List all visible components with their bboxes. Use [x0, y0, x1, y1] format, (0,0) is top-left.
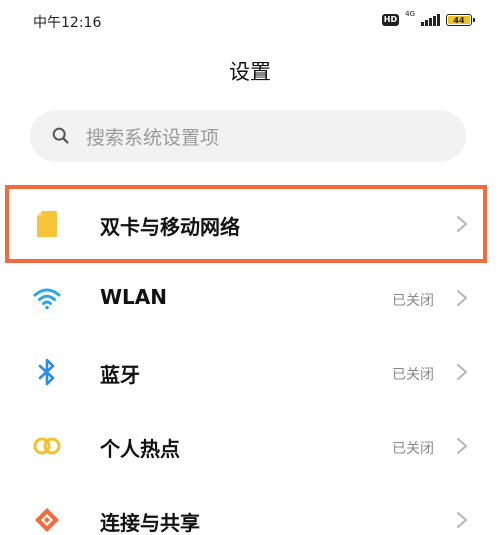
- settings-item-label: 双卡与移动网络: [100, 215, 240, 239]
- search-placeholder: 搜索系统设置项: [86, 126, 220, 149]
- settings-item-label: 连接与共享: [100, 511, 200, 535]
- settings-item-connection-sharing[interactable]: 连接与共享: [0, 483, 500, 535]
- chevron-right-icon: [457, 364, 467, 380]
- wifi-icon: [32, 283, 62, 313]
- settings-item-status: 已关闭: [392, 367, 434, 383]
- settings-item-hotspot[interactable]: 个人热点 已关闭: [0, 409, 500, 483]
- settings-item-status: 已关闭: [392, 293, 434, 309]
- settings-item-label: 蓝牙: [100, 363, 140, 387]
- chevron-right-icon: [457, 438, 467, 454]
- status-time: 中午12:16: [33, 15, 102, 31]
- chevron-right-icon: [457, 290, 467, 306]
- battery-level: 44: [448, 16, 470, 25]
- settings-item-label: WLAN: [100, 285, 168, 309]
- settings-item-bluetooth[interactable]: 蓝牙 已关闭: [0, 335, 500, 409]
- settings-screen: 中午12:16 HD 4G 44 设置 搜索系统设置项 双卡与移动网络 WLAN…: [0, 0, 500, 535]
- search-icon: [52, 127, 69, 144]
- chevron-right-icon: [457, 512, 467, 528]
- settings-item-wlan[interactable]: WLAN 已关闭: [0, 261, 500, 335]
- bluetooth-icon: [32, 357, 62, 387]
- status-bar: 中午12:16 HD 4G 44: [0, 0, 500, 40]
- hd-badge: HD: [381, 14, 400, 26]
- hotspot-icon: [32, 431, 62, 461]
- settings-item-status: 已关闭: [392, 441, 434, 457]
- status-icons: HD 4G 44: [381, 10, 475, 28]
- battery-icon: 44: [446, 14, 475, 26]
- signal-icon: [421, 14, 440, 26]
- page-title: 设置: [229, 60, 271, 84]
- settings-item-sim[interactable]: 双卡与移动网络: [0, 187, 500, 261]
- search-input[interactable]: 搜索系统设置项: [30, 110, 466, 162]
- sim-card-icon: [32, 209, 62, 239]
- settings-item-label: 个人热点: [100, 437, 180, 461]
- network-type: 4G: [405, 10, 415, 18]
- connection-share-icon: [32, 505, 62, 535]
- chevron-right-icon: [457, 216, 467, 232]
